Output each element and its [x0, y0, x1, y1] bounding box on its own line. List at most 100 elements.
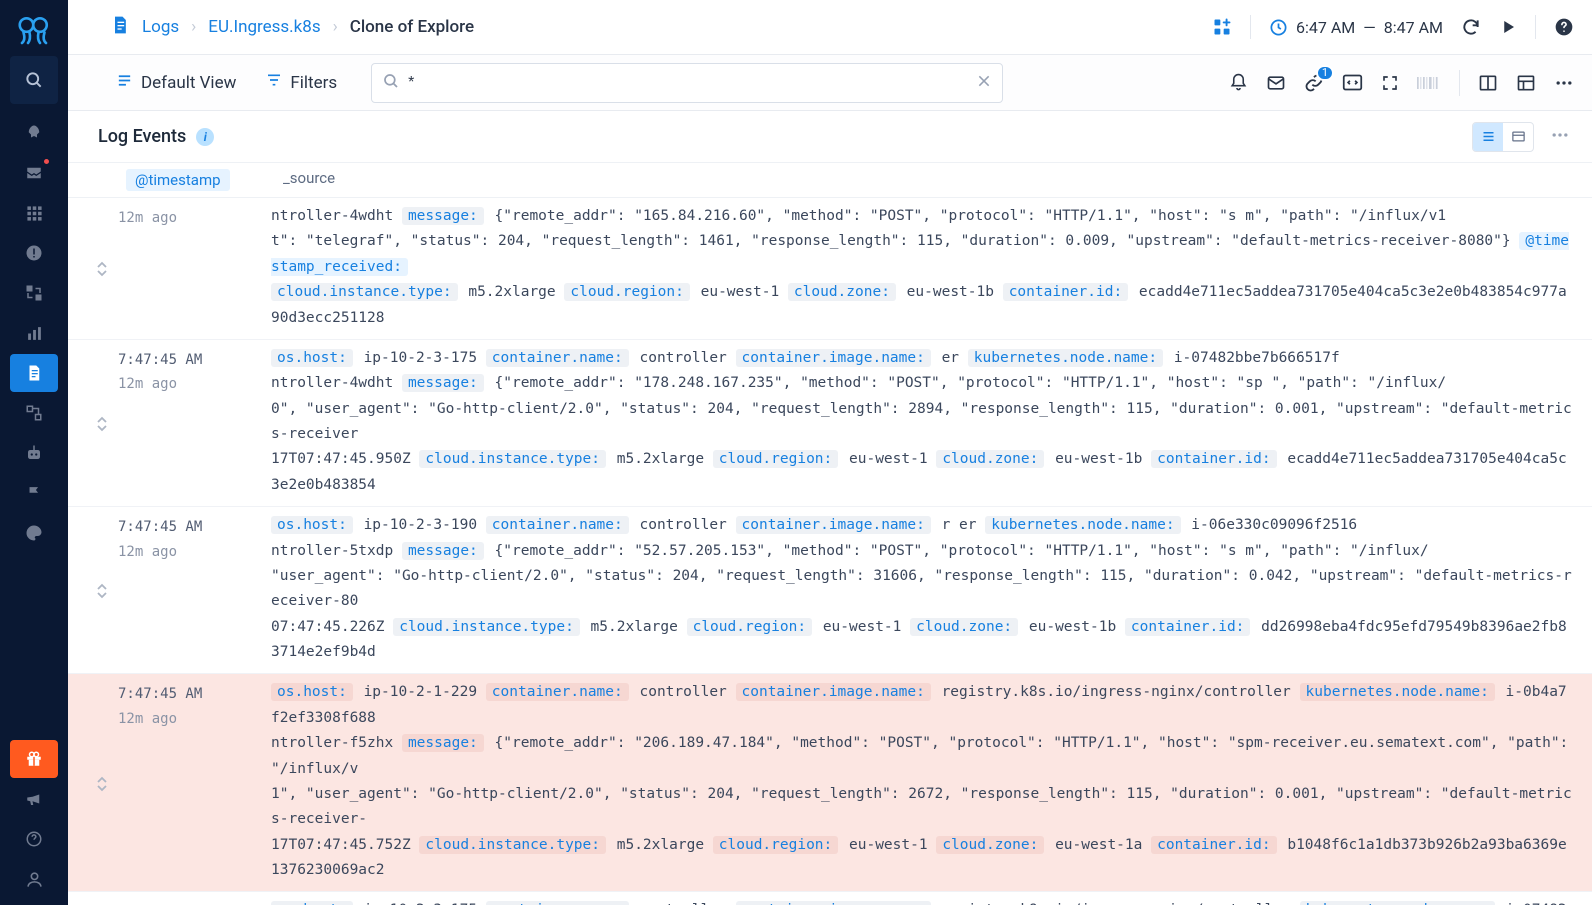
filters-button[interactable]: Filters [256, 66, 347, 99]
sidebar-alert-icon[interactable] [10, 234, 58, 272]
sidebar-palette-icon[interactable] [10, 514, 58, 552]
table-row[interactable]: 7:47:45 AM12m ago os.host: ip-10-2-1-229… [68, 674, 1592, 892]
field-tag[interactable]: os.host: [271, 683, 353, 701]
field-tag[interactable]: message: [402, 207, 484, 225]
more-icon[interactable] [1554, 73, 1574, 93]
sidebar-search[interactable] [10, 56, 58, 104]
field-tag[interactable]: os.host: [271, 349, 353, 367]
field-tag[interactable]: os.host: [271, 516, 353, 534]
table-row[interactable]: 7:47:45 AM12m ago os.host: ip-10-2-3-175… [68, 340, 1592, 507]
field-tag[interactable]: cloud.region: [713, 450, 839, 468]
field-tag[interactable]: cloud.region: [713, 836, 839, 854]
field-tag[interactable]: container.name: [486, 516, 629, 534]
view-list-icon[interactable] [1473, 123, 1503, 151]
clock-icon [1269, 18, 1288, 37]
table-row[interactable]: 7:47:45 AM12m ago os.host: ip-10-2-3-190… [68, 507, 1592, 674]
panel-layout-icon[interactable] [1478, 73, 1498, 93]
sidebar-flag-icon[interactable] [10, 474, 58, 512]
breadcrumb-second[interactable]: EU.Ingress.k8s [208, 17, 320, 37]
sidebar [0, 0, 68, 905]
field-tag[interactable]: cloud.zone: [788, 283, 896, 301]
sidebar-network-icon[interactable] [10, 394, 58, 432]
row-source: os.host: ip-10-2-3-190 container.name: c… [271, 513, 1574, 665]
field-tag[interactable]: container.id: [1151, 450, 1277, 468]
row-source: ntroller-4wdht message: {"remote_addr": … [271, 204, 1574, 331]
field-tag[interactable]: message: [402, 542, 484, 560]
default-view-button[interactable]: Default View [106, 66, 246, 100]
field-tag[interactable]: message: [402, 734, 484, 752]
sidebar-chart-icon[interactable] [10, 314, 58, 352]
field-tag[interactable]: cloud.zone: [936, 836, 1044, 854]
sidebar-help-icon[interactable] [10, 820, 58, 858]
row-timestamp: 7:47:45 AM12m ago [118, 898, 271, 905]
expand-toggle[interactable] [86, 513, 118, 665]
field-tag[interactable]: container.name: [486, 683, 629, 701]
field-tag[interactable]: kubernetes.node.name: [968, 349, 1163, 367]
content-more-icon[interactable] [1550, 125, 1570, 149]
table-row[interactable]: 7:47:45 AM12m ago os.host: ip-10-2-3-175… [68, 892, 1592, 905]
search-input[interactable] [408, 74, 976, 92]
col-source[interactable]: _source [279, 169, 335, 187]
code-icon[interactable] [1342, 72, 1363, 93]
field-tag[interactable]: container.id: [1125, 618, 1251, 636]
field-tag[interactable]: cloud.region: [687, 618, 813, 636]
field-tag[interactable]: cloud.instance.type: [419, 450, 606, 468]
field-tag[interactable]: cloud.instance.type: [419, 836, 606, 854]
help-icon[interactable] [1554, 17, 1574, 37]
link-badge: 1 [1316, 65, 1334, 81]
timerange-picker[interactable]: 6:47 AM — 8:47 AM [1269, 18, 1443, 37]
sidebar-user-icon[interactable] [10, 860, 58, 898]
search-box[interactable] [371, 63, 1003, 103]
barcode-icon[interactable] [1417, 74, 1441, 92]
row-timestamp: 7:47:45 AM12m ago [118, 346, 271, 498]
field-tag[interactable]: container.name: [486, 901, 629, 905]
field-tag[interactable]: container.image.name: [736, 349, 931, 367]
sidebar-grid-icon[interactable] [10, 194, 58, 232]
row-timestamp: 7:47:45 AM12m ago [118, 680, 271, 883]
refresh-icon[interactable] [1461, 17, 1481, 37]
field-tag[interactable]: os.host: [271, 901, 353, 905]
sidebar-logs-icon[interactable] [10, 354, 58, 392]
brand-logo [0, 0, 68, 55]
search-icon [382, 72, 400, 94]
log-rows: 12m ago ntroller-4wdht message: {"remote… [68, 198, 1592, 905]
sidebar-gift-icon[interactable] [10, 740, 58, 778]
table-row[interactable]: 12m ago ntroller-4wdht message: {"remote… [68, 198, 1592, 340]
expand-toggle[interactable] [86, 346, 118, 498]
fullscreen-icon[interactable] [1381, 74, 1399, 92]
table-layout-icon[interactable] [1516, 73, 1536, 93]
field-tag[interactable]: kubernetes.node.name: [1300, 683, 1495, 701]
play-icon[interactable] [1499, 18, 1517, 36]
field-tag[interactable]: container.image.name: [736, 901, 931, 905]
field-tag[interactable]: container.name: [486, 349, 629, 367]
bell-icon[interactable] [1229, 73, 1248, 92]
field-tag[interactable]: cloud.region: [564, 283, 690, 301]
field-tag[interactable]: container.id: [1151, 836, 1277, 854]
breadcrumb-root[interactable]: Logs [142, 17, 179, 37]
add-widget-icon[interactable] [1212, 17, 1232, 37]
field-tag[interactable]: cloud.instance.type: [393, 618, 580, 636]
sidebar-transfer-icon[interactable] [10, 274, 58, 312]
field-tag[interactable]: container.id: [1003, 283, 1129, 301]
field-tag[interactable]: container.image.name: [736, 516, 931, 534]
info-icon[interactable]: i [196, 128, 214, 146]
link-icon[interactable]: 1 [1304, 73, 1324, 93]
field-tag[interactable]: container.image.name: [736, 683, 931, 701]
field-tag[interactable]: kubernetes.node.name: [1300, 901, 1495, 905]
field-tag[interactable]: cloud.zone: [936, 450, 1044, 468]
col-timestamp[interactable]: @timestamp [126, 169, 230, 191]
view-card-icon[interactable] [1503, 123, 1533, 151]
sidebar-megaphone-icon[interactable] [10, 780, 58, 818]
sidebar-robot-icon[interactable] [10, 434, 58, 472]
field-tag[interactable]: cloud.zone: [910, 618, 1018, 636]
clear-search-icon[interactable] [976, 73, 992, 93]
field-tag[interactable]: message: [402, 374, 484, 392]
mail-icon[interactable] [1266, 73, 1286, 93]
expand-toggle[interactable] [86, 204, 118, 331]
sidebar-rocket-icon[interactable] [10, 114, 58, 152]
expand-toggle[interactable] [86, 680, 118, 883]
sidebar-inbox-icon[interactable] [10, 154, 58, 192]
field-tag[interactable]: cloud.instance.type: [271, 283, 458, 301]
expand-toggle[interactable] [86, 898, 118, 905]
field-tag[interactable]: kubernetes.node.name: [985, 516, 1180, 534]
